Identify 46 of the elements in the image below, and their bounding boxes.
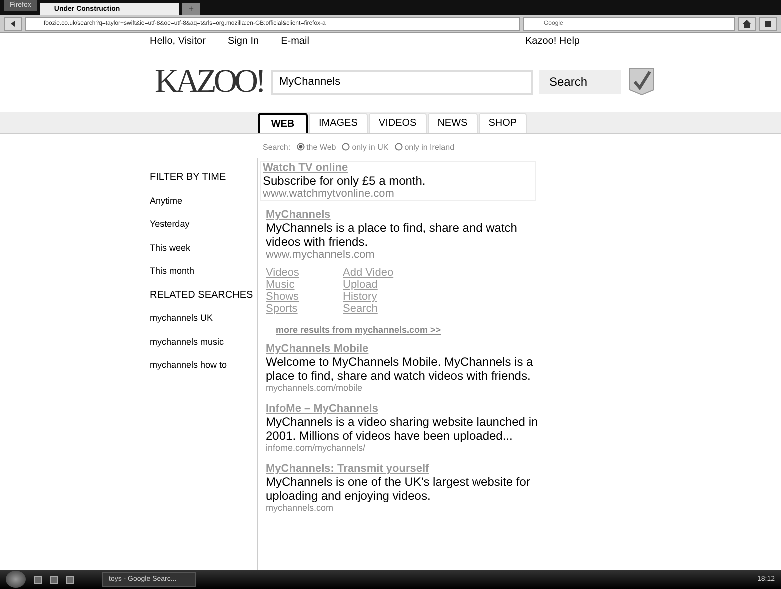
start-button[interactable] bbox=[6, 571, 26, 588]
search-field[interactable]: MyChannels bbox=[271, 70, 534, 94]
bookmark-icon[interactable] bbox=[759, 16, 777, 30]
header-link[interactable]: Hello, Visitor bbox=[150, 36, 206, 52]
scope-label: Search: bbox=[263, 142, 291, 152]
more-results-link[interactable]: more results from mychannels.com >> bbox=[276, 325, 543, 335]
radio-button[interactable] bbox=[394, 143, 403, 151]
radio-button[interactable] bbox=[296, 143, 305, 151]
result-snippet: MyChannels is a place to find, share and watch videos with friends. bbox=[266, 221, 518, 249]
result-url: www.watchmytvonline.com bbox=[263, 188, 396, 200]
logo: KAZOO! bbox=[155, 63, 264, 101]
desktop-icon[interactable] bbox=[34, 576, 42, 584]
result-url: infome.com/mychannels/ bbox=[266, 443, 367, 453]
search-tab[interactable]: IMAGES bbox=[309, 113, 368, 133]
result-url: www.mychannels.com bbox=[266, 249, 376, 261]
sidebar-heading: RELATED SEARCHES bbox=[150, 290, 254, 302]
result-url: mychannels.com/mobile bbox=[266, 383, 364, 393]
result-snippet: MyChannels is one of the UK's largest website for uploading and enjoying videos. bbox=[266, 475, 532, 503]
result-url: mychannels.com bbox=[266, 503, 335, 513]
radio-label: only in Ireland bbox=[404, 142, 455, 152]
result-snippet: MyChannels is a video sharing website launched in 2001. Millions of videos have been uploaded... bbox=[266, 415, 540, 443]
search-button[interactable]: Search bbox=[539, 70, 622, 94]
header-link[interactable]: Sign In bbox=[228, 36, 260, 52]
back-icon[interactable] bbox=[4, 16, 22, 30]
sidebar-heading: FILTER BY TIME bbox=[150, 172, 228, 185]
search-tab[interactable]: NEWS bbox=[428, 113, 478, 133]
sidebar-link[interactable]: mychannels UK bbox=[150, 313, 257, 326]
search-tab[interactable]: VIDEOS bbox=[368, 113, 427, 133]
sidebar-link[interactable]: Yesterday bbox=[150, 219, 257, 232]
help-link[interactable]: Kazoo! Help bbox=[526, 36, 580, 52]
sidebar-link[interactable]: This week bbox=[150, 242, 257, 256]
header-link[interactable]: E-mail bbox=[281, 36, 310, 52]
radio-label: only in UK bbox=[352, 142, 389, 152]
new-tab-button[interactable]: + bbox=[182, 3, 200, 15]
search-tab[interactable]: SHOP bbox=[478, 113, 528, 133]
home-icon[interactable] bbox=[738, 16, 756, 30]
result-snippet: Welcome to MyChannels Mobile. MyChannels is a place to find, share and watch videos with friends. bbox=[266, 355, 534, 383]
sidebar-link[interactable]: mychannels how to bbox=[150, 360, 257, 374]
radio-button[interactable] bbox=[342, 143, 350, 151]
sidebar-link[interactable]: mychannels music bbox=[150, 336, 257, 350]
result-snippet: Subscribe for only £5 a month. bbox=[263, 174, 427, 188]
radio-label: the Web bbox=[306, 142, 336, 152]
sidebar-link[interactable]: Anytime bbox=[150, 196, 257, 209]
sidebar-link[interactable]: This month bbox=[150, 266, 257, 280]
check-shield-icon bbox=[629, 68, 656, 96]
search-tab[interactable]: WEB bbox=[258, 113, 308, 133]
